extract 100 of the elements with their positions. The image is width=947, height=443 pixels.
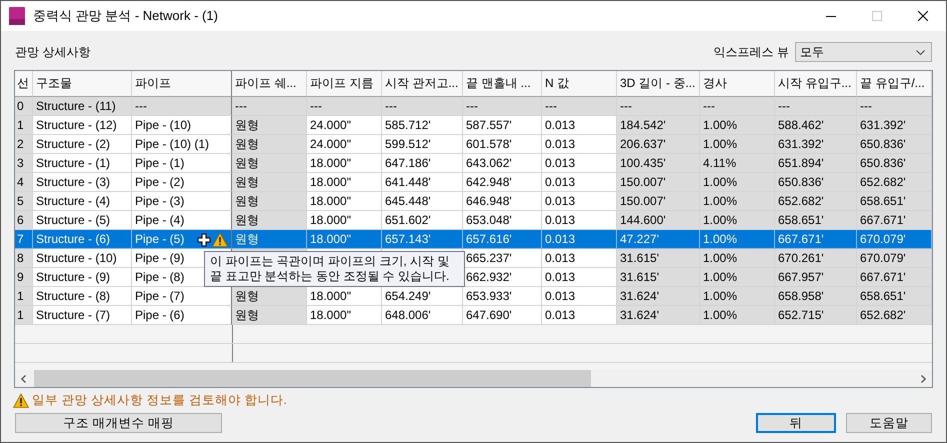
table-cell: 631.392' [857,116,932,135]
table-cell: 667.671' [857,211,932,230]
table-cell: Pipe - (1) [132,154,232,173]
table-cell: 24.000" [307,135,382,154]
table-cell: Pipe - (2) [132,173,232,192]
table-cell: 1.00% [700,249,775,268]
table-cell: 658.651' [857,287,932,306]
table-cell: --- [857,97,932,116]
column-header[interactable]: 끝 맨홀내 ... [463,71,542,97]
table-cell: 658.651' [775,211,857,230]
table-cell: --- [542,97,617,116]
table-cell: 원형 [232,287,307,306]
table-cell: 18.000" [307,173,382,192]
row-number: 8 [15,249,33,268]
table-cell: Structure - (10) [33,249,132,268]
scroll-left-icon[interactable] [21,374,26,382]
table-cell: Structure - (9) [33,268,132,287]
table-cell: Structure - (11) [33,97,132,116]
table-cell: 601.578' [463,135,542,154]
express-view-label: 익스프레스 뷰 [714,44,789,60]
table-cell: 1.00% [700,192,775,211]
column-header[interactable]: 경사 [700,71,775,97]
table-cell: 667.957' [775,268,857,287]
table-cell: 667.671' [775,230,857,249]
table-cell: Structure - (8) [33,287,132,306]
table-cell: Structure - (1) [33,154,132,173]
table-cell: 18.000" [307,154,382,173]
table-cell: 0.013 [542,287,617,306]
table-cell: 원형 [232,306,307,325]
table-cell: 643.062' [463,154,542,173]
scroll-right-icon[interactable] [921,374,926,382]
window-title: 중력식 관망 분석 - Network - (1) [33,7,219,25]
table-cell: 1.00% [700,287,775,306]
table-cell: 0.013 [542,268,617,287]
table-cell: 587.557' [463,116,542,135]
table-cell: 100.435' [617,154,700,173]
scrollbar-thumb[interactable] [34,370,591,387]
row-number: 7 [15,230,33,249]
horizontal-scrollbar[interactable] [15,370,932,387]
warning-icon [13,393,29,408]
table-cell: 657.616' [463,230,542,249]
row-number: 3 [15,154,33,173]
table-cell: 31.615' [617,268,700,287]
table-cell: Pipe - (5) [132,230,232,249]
row-number: 2 [15,135,33,154]
table-cell: 652.682' [857,173,932,192]
column-header[interactable]: N 값 [542,71,617,97]
table-cell: 원형 [232,192,307,211]
back-button[interactable]: 뒤 [756,413,836,433]
table-cell: 0.013 [542,135,617,154]
table-cell: Pipe - (6) [132,306,232,325]
table-cell: --- [775,97,857,116]
chevron-down-icon [916,50,925,54]
warning-message: 일부 관망 상세사항 정보를 검토해야 합니다. [32,392,287,409]
table-cell: 47.227' [617,230,700,249]
table-cell: 651.894' [775,154,857,173]
column-header[interactable]: 파이프 [132,71,232,97]
structure-mapping-button[interactable]: 구조 매개변수 매핑 [15,413,222,433]
table-cell: 206.637' [617,135,700,154]
table-cell: 24.000" [307,116,382,135]
column-header[interactable]: 파이프 쉐... [232,71,307,97]
table-cell: 651.602' [382,211,463,230]
table-cell: 585.712' [382,116,463,135]
table-cell: Pipe - (10) [132,116,232,135]
column-header[interactable]: 시작 유입구... [775,71,857,97]
table-cell: 650.836' [857,154,932,173]
table-cell: 645.448' [382,192,463,211]
table-cell: 650.836' [775,173,857,192]
help-button[interactable]: 도움말 [846,413,932,433]
table-cell: 1.00% [700,268,775,287]
column-header[interactable]: 파이프 지름 [307,71,382,97]
table-cell: --- [232,97,307,116]
column-header[interactable]: 선 [15,71,33,97]
table-cell: 1.00% [700,173,775,192]
table-cell: 0.013 [542,173,617,192]
table-cell: 670.079' [857,230,932,249]
table-cell: 665.237' [463,249,542,268]
close-icon[interactable] [918,11,928,21]
column-header[interactable]: 3D 길이 - 중... [617,71,700,97]
column-header[interactable]: 시작 관저고... [382,71,463,97]
table-cell: 31.624' [617,287,700,306]
table-cell: Structure - (7) [33,306,132,325]
table-cell: 647.186' [382,154,463,173]
table-cell: 662.932' [463,268,542,287]
table-cell: Structure - (12) [33,116,132,135]
column-header[interactable]: 구조물 [33,71,132,97]
express-view-dropdown[interactable]: 모두 [795,42,932,62]
table-cell: 4.11% [700,154,775,173]
table-cell: Pipe - (3) [132,192,232,211]
table-cell: 31.624' [617,306,700,325]
column-header[interactable]: 끝 유입구/... [857,71,932,97]
table-cell: --- [617,97,700,116]
table-cell: 18.000" [307,211,382,230]
table-cell: 150.007' [617,192,700,211]
table-cell: Pipe - (7) [132,287,232,306]
table-cell: --- [382,97,463,116]
table-cell: Pipe - (10) (1) [132,135,232,154]
table-cell: 631.392' [775,135,857,154]
row-number: 1 [15,287,33,306]
table-cell: 658.958' [775,287,857,306]
